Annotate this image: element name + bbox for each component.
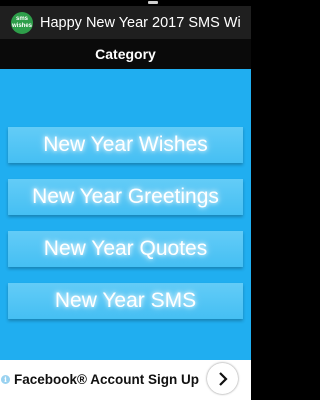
app-bar: sms wishes Happy New Year 2017 SMS Wishe… [0,6,251,39]
new-year-greetings-button[interactable]: New Year Greetings [8,179,243,215]
new-year-sms-button[interactable]: New Year SMS [8,283,243,319]
category-list: New Year Wishes New Year Greetings New Y… [0,69,251,360]
new-year-quotes-button[interactable]: New Year Quotes [8,231,243,267]
new-year-wishes-button[interactable]: New Year Wishes [8,127,243,163]
app-title: Happy New Year 2017 SMS Wishes [40,14,240,31]
app-logo-icon: sms wishes [11,11,33,34]
status-indicator [148,1,158,4]
ad-text[interactable]: Facebook® Account Sign Up [14,372,199,387]
chevron-right-icon[interactable] [207,363,238,394]
screen: sms wishes Happy New Year 2017 SMS Wishe… [0,0,251,400]
info-icon[interactable]: i [1,375,10,384]
category-header: Category [0,39,251,69]
